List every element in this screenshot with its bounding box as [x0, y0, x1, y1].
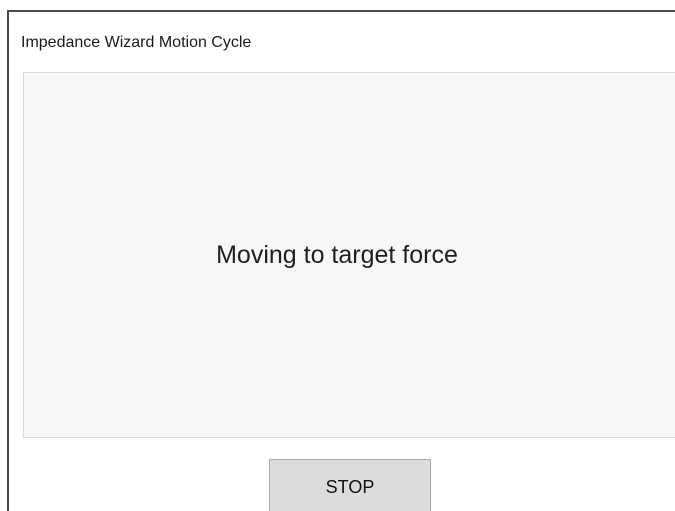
status-panel: Moving to target force	[23, 72, 675, 438]
status-message: Moving to target force	[216, 240, 458, 269]
motion-cycle-dialog: Impedance Wizard Motion Cycle Moving to …	[7, 10, 675, 511]
screen: Impedance Wizard Motion Cycle Moving to …	[0, 0, 675, 511]
stop-button[interactable]: STOP	[269, 459, 431, 511]
dialog-title: Impedance Wizard Motion Cycle	[21, 34, 252, 51]
